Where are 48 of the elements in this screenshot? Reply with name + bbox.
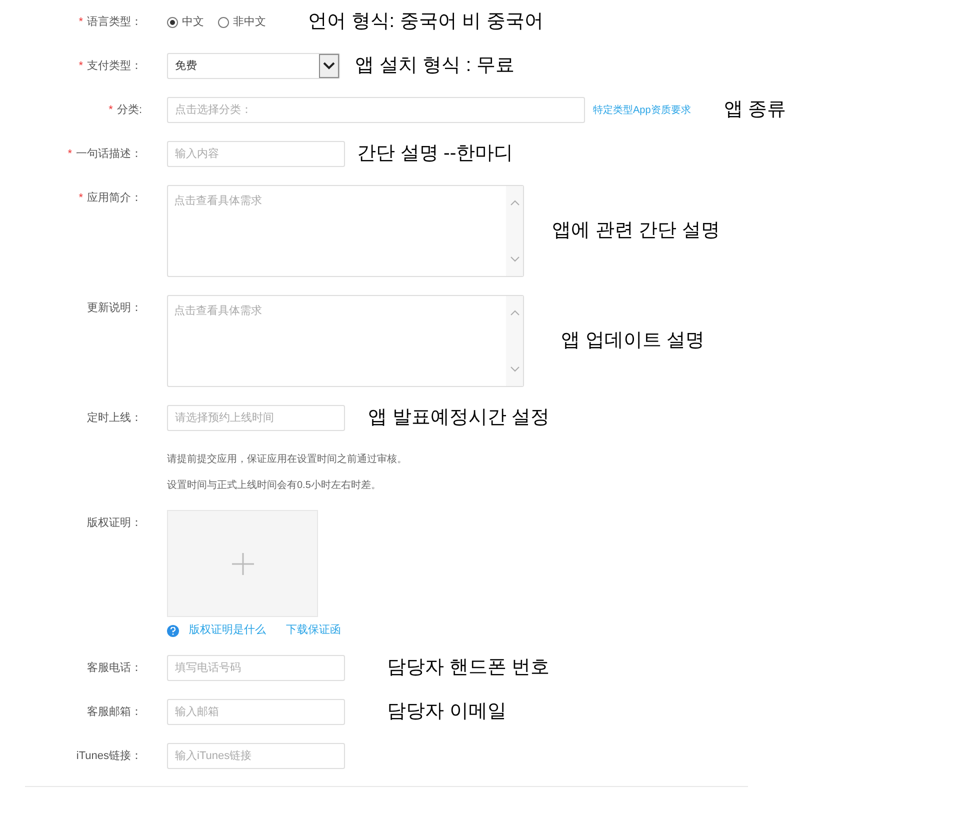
select-field[interactable]: 免费 xyxy=(167,53,340,79)
annotation-note: 앱 종류 xyxy=(724,98,786,122)
annotation-note: 담당자 이메일 xyxy=(387,700,506,724)
field-label: 更新说明： xyxy=(87,300,142,316)
input-field[interactable]: 请选择预约上线时间 xyxy=(167,405,345,431)
radio-option[interactable]: 非中文 xyxy=(218,14,266,30)
input-field[interactable]: 输入内容 xyxy=(167,141,345,167)
textarea-field[interactable]: 点击查看具体需求 xyxy=(167,295,524,387)
hint-text: 请提前提交应用，保证应用在设置时间之前通过审核。 xyxy=(167,453,408,466)
required-asterisk: * xyxy=(108,102,113,118)
annotation-note: 간단 설명 --한마디 xyxy=(357,142,514,166)
input-field[interactable]: 输入邮箱 xyxy=(167,699,345,725)
field-label: 分类: xyxy=(116,102,142,118)
field-label: 语言类型： xyxy=(87,14,142,30)
plus-icon xyxy=(232,552,254,574)
field-label: 客服邮箱： xyxy=(87,704,142,720)
annotation-note: 앱에 관련 간단 설명 xyxy=(552,219,720,243)
hint-text: 设置时间与正式上线时间会有0.5小时左右时差。 xyxy=(167,479,382,492)
chevron-down-icon xyxy=(319,54,339,78)
annotation-note: 담당자 핸드폰 번호 xyxy=(387,656,550,680)
annotation-note: 앱 업데이트 설명 xyxy=(561,329,705,353)
radio-option[interactable]: 中文 xyxy=(167,14,204,30)
field-label: 一句话描述： xyxy=(76,146,142,162)
chevron-down-icon[interactable] xyxy=(510,366,520,372)
required-asterisk: * xyxy=(78,14,83,30)
field-label: 版权证明： xyxy=(87,516,142,531)
chevron-down-icon[interactable] xyxy=(510,256,520,262)
field-label: 应用简介： xyxy=(87,190,142,206)
scrollbar[interactable] xyxy=(506,296,523,386)
field-label: iTunes链接： xyxy=(76,748,142,764)
chevron-up-icon[interactable] xyxy=(510,200,520,206)
input-field[interactable]: 点击选择分类： xyxy=(167,97,585,123)
required-asterisk: * xyxy=(68,146,72,162)
annotation-note: 앱 설치 형식 : 무료 xyxy=(355,54,514,78)
field-label: 支付类型： xyxy=(87,58,142,74)
upload-box[interactable] xyxy=(167,510,318,617)
annotation-note: 언어 형식: 중국어 비 중국어 xyxy=(308,10,544,34)
help-icon xyxy=(167,624,179,636)
field-label: 定时上线： xyxy=(87,410,142,426)
input-field[interactable]: 输入iTunes链接 xyxy=(167,743,345,769)
required-asterisk: * xyxy=(78,58,83,74)
textarea-field[interactable]: 点击查看具体需求 xyxy=(167,185,524,277)
input-field[interactable]: 填写电话号码 xyxy=(167,655,345,681)
chevron-up-icon[interactable] xyxy=(510,310,520,316)
annotation-note: 앱 발표예정시간 설정 xyxy=(368,406,550,430)
required-asterisk: * xyxy=(78,190,83,206)
scrollbar[interactable] xyxy=(506,186,523,276)
field-label: 客服电话： xyxy=(87,660,142,676)
